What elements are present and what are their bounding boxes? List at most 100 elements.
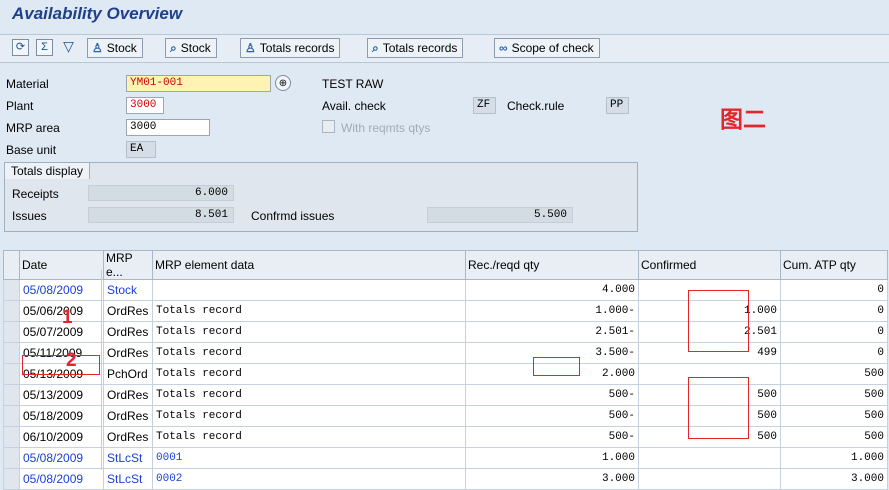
totals-records-button-1[interactable]: ♙ Totals records [240,38,341,58]
select-all-cell[interactable] [3,250,20,280]
annotation-marker-1: 1 [62,307,73,328]
magnifier-stock-icon: ⌕ [170,41,177,55]
cell-mrp-element[interactable]: StLcSt [103,468,153,490]
cell-mrp-element[interactable]: OrdRes [103,300,153,322]
stock-button-1[interactable]: ♙ Stock [87,38,143,58]
with-reqmts-label: With reqmts qtys [341,121,431,135]
material-field[interactable]: YM01-001 [126,75,271,92]
avail-check-field: ZF [473,97,496,114]
cell-mrp-element-data: Totals record [152,321,466,343]
cell-cum-atp-qty: 500 [780,363,888,385]
cell-cum-atp-qty: 500 [780,405,888,427]
cell-mrp-element[interactable]: OrdRes [103,426,153,448]
confirmed-issues-value: 5.500 [427,207,573,223]
table-row[interactable]: 05/08/2009 StLcSt 0001 1.000 1.000 [3,447,888,469]
cell-rec-reqd-qty: 500- [465,384,639,406]
annotation-box-po-date [22,355,100,375]
row-selector[interactable] [3,300,20,322]
input-help-icon[interactable]: ⊕ [275,75,291,91]
material-description: TEST RAW [322,77,384,91]
cell-date: 05/08/2009 [19,279,104,301]
scope-of-check-button[interactable]: ∞ Scope of check [494,38,600,58]
stock-button-2[interactable]: ⌕ Stock [165,38,217,58]
table-row[interactable]: 05/13/2009 OrdRes Totals record 500- 500 500 [3,384,888,406]
person-stock-icon: ♙ [92,41,103,55]
issues-value: 8.501 [88,207,234,223]
table-row[interactable]: 05/07/2009 OrdRes Totals record 2.501- 2.501… [3,321,888,343]
scope-glasses-icon: ∞ [499,41,508,55]
cell-date: 05/08/2009 [19,447,104,469]
col-header-cum-atp-qty[interactable]: Cum. ATP qty [780,250,888,280]
cell-mrp-element-data: 0001 [152,447,466,469]
col-header-mrp-element-data[interactable]: MRP element data [152,250,466,280]
row-selector[interactable] [3,279,20,301]
cell-date: 05/08/2009 [19,468,104,490]
cell-mrp-element-data: Totals record [152,426,466,448]
row-selector[interactable] [3,363,20,385]
refresh-icon[interactable]: ⟳ [12,39,29,56]
cell-mrp-element-data: Totals record [152,384,466,406]
annotation-box-confirmed-2 [688,377,749,439]
cell-mrp-element[interactable]: OrdRes [103,321,153,343]
column-divider-highlight [101,270,102,470]
cell-confirmed [638,468,781,490]
cell-mrp-element[interactable]: OrdRes [103,384,153,406]
cell-mrp-element[interactable]: OrdRes [103,342,153,364]
confirmed-issues-label: Confrmd issues [251,209,335,223]
table-row[interactable]: 05/11/2009 OrdRes Totals record 3.500- 499 0 [3,342,888,364]
totals-display-tab[interactable]: Totals display [4,162,91,179]
filter-icon[interactable]: ▽ [60,39,77,56]
avail-check-label: Avail. check [322,99,386,113]
person-totals-icon: ♙ [245,41,256,55]
annotation-box-po-qty [533,357,580,376]
col-header-mrp-element[interactable]: MRP e... [103,250,153,280]
row-selector[interactable] [3,405,20,427]
cell-rec-reqd-qty: 3.000 [465,468,639,490]
plant-label: Plant [6,99,34,113]
material-label: Material [6,77,49,91]
row-selector[interactable] [3,468,20,490]
cell-cum-atp-qty: 0 [780,279,888,301]
table-row[interactable]: 05/13/2009 PchOrd Totals record 2.000 500 [3,363,888,385]
base-unit-field: EA [126,141,156,158]
row-selector[interactable] [3,321,20,343]
cell-date: 05/18/2009 [19,405,104,427]
checkbox-icon[interactable] [322,120,335,133]
magnifier-totals-icon: ⌕ [372,41,379,55]
receipts-value: 6.000 [88,185,234,201]
row-selector[interactable] [3,426,20,448]
mrp-area-field[interactable]: 3000 [126,119,210,136]
cell-mrp-element[interactable]: PchOrd [103,363,153,385]
row-selector[interactable] [3,447,20,469]
table-row[interactable]: 06/10/2009 OrdRes Totals record 500- 500 500 [3,426,888,448]
cell-cum-atp-qty: 0 [780,342,888,364]
cell-cum-atp-qty: 3.000 [780,468,888,490]
row-selector[interactable] [3,342,20,364]
cell-mrp-element-data: Totals record [152,405,466,427]
grid-header-row: Date MRP e... MRP element data Rec./reqd… [3,250,888,280]
page-title: Availability Overview [12,4,183,23]
totals-records-button-2[interactable]: ⌕ Totals records [367,38,464,58]
col-header-confirmed[interactable]: Confirmed [638,250,781,280]
cell-mrp-element[interactable]: StLcSt [103,447,153,469]
cell-cum-atp-qty: 1.000 [780,447,888,469]
figure-label: 图二 [720,106,766,132]
cell-confirmed [638,447,781,469]
cell-mrp-element[interactable]: OrdRes [103,405,153,427]
cell-date: 06/10/2009 [19,426,104,448]
col-header-date[interactable]: Date [19,250,104,280]
receipts-label: Receipts [12,187,59,201]
plant-field[interactable]: 3000 [126,97,164,114]
cell-rec-reqd-qty: 500- [465,405,639,427]
table-row[interactable]: 05/08/2009 StLcSt 0002 3.000 3.000 [3,468,888,490]
cell-mrp-element[interactable]: Stock [103,279,153,301]
table-row[interactable]: 05/08/2009 Stock 4.000 0 [3,279,888,301]
cell-rec-reqd-qty: 1.000- [465,300,639,322]
row-selector[interactable] [3,384,20,406]
col-header-rec-reqd-qty[interactable]: Rec./reqd qty [465,250,639,280]
totals-sigma-icon[interactable]: Σ [36,39,53,56]
table-row[interactable]: 05/18/2009 OrdRes Totals record 500- 500 500 [3,405,888,427]
check-rule-field: PP [606,97,629,114]
cell-mrp-element-data: Totals record [152,300,466,322]
table-row[interactable]: 05/06/2009 OrdRes Totals record 1.000- 1.000… [3,300,888,322]
